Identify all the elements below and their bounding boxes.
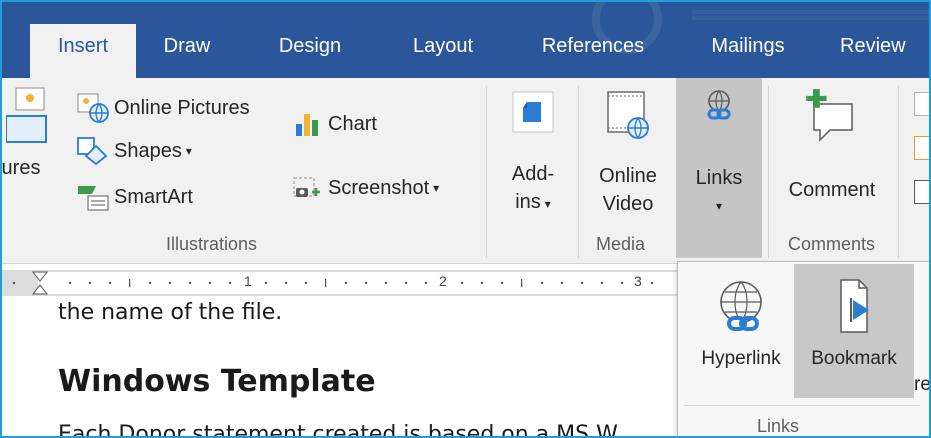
bookmark-button[interactable]: Bookmark [794,264,914,398]
screenshot-dropdown-arrow-icon: ▾ [433,181,440,195]
screenshot-icon [293,177,320,197]
document-paragraph: the name of the file. [58,300,283,325]
comments-group-label: Comments [788,234,876,254]
hyperlink-button[interactable]: Hyperlink [688,264,794,398]
smartart-icon [78,186,109,211]
chart-button[interactable]: Chart [292,110,377,138]
pictures-label: tures [0,157,41,179]
header-footer-icon[interactable] [914,92,929,116]
word-window: Insert Draw Design Layout References Mai… [0,0,931,438]
document-heading: Windows Template [58,364,376,399]
group-separator [768,86,769,258]
shapes-label: Shapes [114,139,182,162]
online-video-icon [607,91,649,139]
ribbon-tab-bar: Insert Draw Design Layout References Mai… [2,2,929,78]
add-ins-button[interactable]: Add- ins ▾ [496,86,570,218]
document-paragraph: Each Donor statement created is based on… [58,422,618,438]
tab-references[interactable]: References [530,24,656,78]
comment-label: Comment [788,179,876,201]
cross-reference-label: re [914,374,931,395]
comment-icon [806,89,853,142]
page-number-icon[interactable] [914,180,929,204]
bookmark-icon [840,279,869,333]
popup-separator [684,405,920,406]
pictures-icon [5,87,47,143]
screenshot-label: Screenshot [328,176,430,199]
hyperlink-label: Hyperlink [701,348,781,369]
links-group-label: Links [756,416,800,436]
links-button-content: Links ▾ [676,86,762,220]
tab-review[interactable]: Review [840,24,929,78]
links-button[interactable]: Links ▾ [676,78,762,258]
pictures-button[interactable]: tures [0,86,60,182]
links-dropdown: Hyperlink Bookmark re Links [677,261,931,436]
links-label: Links [695,167,743,189]
shapes-icon [77,137,108,166]
online-video-button[interactable]: Online Video [586,86,670,218]
shapes-button[interactable]: Shapes ▾ [76,136,192,166]
media-group-label: Media [596,234,646,254]
group-separator [486,86,487,258]
online-pictures-label: Online Pictures [114,96,250,119]
online-pictures-button[interactable]: Online Pictures [76,92,250,124]
links-dropdown-arrow-icon: ▾ [715,199,723,213]
chart-label: Chart [328,112,377,135]
background-decoration [692,10,929,20]
tab-layout[interactable]: Layout [394,24,492,78]
cross-reference-button[interactable]: re [914,264,931,398]
bookmark-label: Bookmark [811,348,897,369]
smartart-label: SmartArt [114,185,193,208]
add-ins-label-line2-wrap: ins ▾ [496,188,570,218]
group-separator [898,86,899,258]
illustrations-group-label: Illustrations [166,234,258,254]
ruler-number-3: 3 [634,273,642,289]
store-icon [512,91,554,133]
links-icon [707,90,731,120]
online-video-label-line1: Online [599,165,657,187]
online-video-label-line2: Video [602,193,654,215]
add-ins-label-line1: Add- [511,163,555,185]
tab-design[interactable]: Design [264,24,356,78]
tab-insert[interactable]: Insert [30,24,136,78]
ruler-number-1: 1 [244,273,252,289]
smartart-button[interactable]: SmartArt [76,182,193,212]
new-comment-button[interactable]: Comment [774,86,890,204]
shapes-dropdown-arrow-icon: ▾ [185,144,192,158]
tab-mailings[interactable]: Mailings [692,24,804,78]
hyperlink-icon [720,281,762,331]
ribbon: tures Online Pictures Shapes ▾ SmartArt … [2,78,929,264]
screenshot-button[interactable]: Screenshot ▾ [292,174,439,202]
add-ins-dropdown-arrow-icon: ▾ [544,197,551,211]
ruler-number-2: 2 [439,273,447,289]
tab-draw[interactable]: Draw [152,24,222,78]
add-ins-label-line2: ins [515,191,541,213]
online-pictures-icon [77,93,109,123]
chart-icon [296,114,318,136]
group-separator [578,86,579,258]
footer-icon[interactable] [914,136,929,160]
